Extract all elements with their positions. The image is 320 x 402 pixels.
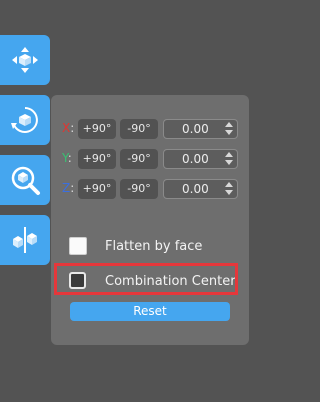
scale-icon	[11, 166, 40, 195]
x-angle-value: 0.00	[182, 122, 209, 136]
move-tool-button[interactable]	[0, 35, 50, 85]
move-icon	[12, 47, 38, 73]
axis-row-z: Z: +90° -90° 0.00	[51, 179, 249, 199]
axis-label-x: X:	[62, 121, 75, 135]
rotate-tool-button[interactable]	[0, 95, 50, 145]
x-minus-90-button[interactable]: -90°	[120, 119, 158, 139]
axis-row-x: X: +90° -90° 0.00	[51, 119, 249, 139]
rotate-icon	[11, 107, 38, 133]
y-angle-spinbox[interactable]: 0.00	[163, 149, 238, 169]
axis-label-z: Z:	[62, 181, 75, 195]
axis-label-y: Y:	[62, 151, 72, 165]
flatten-by-face-checkbox[interactable]	[69, 237, 87, 255]
mirror-icon	[13, 227, 37, 253]
rotate-panel: X: +90° -90° 0.00 Y: +90° -90° 0.00 Z: +…	[51, 95, 249, 345]
highlight-box	[54, 263, 238, 295]
axis-row-y: Y: +90° -90° 0.00	[51, 149, 249, 169]
reset-button[interactable]: Reset	[70, 302, 230, 321]
flatten-by-face-label: Flatten by face	[105, 239, 203, 254]
x-angle-spinbox[interactable]: 0.00	[163, 119, 238, 139]
y-angle-value: 0.00	[182, 152, 209, 166]
x-plus-90-button[interactable]: +90°	[78, 119, 116, 139]
spin-arrows-icon[interactable]	[225, 152, 233, 166]
z-minus-90-button[interactable]: -90°	[120, 179, 158, 199]
spin-arrows-icon[interactable]	[225, 122, 233, 136]
mirror-tool-button[interactable]	[0, 215, 50, 265]
y-minus-90-button[interactable]: -90°	[120, 149, 158, 169]
z-angle-value: 0.00	[182, 182, 209, 196]
scale-tool-button[interactable]	[0, 155, 50, 205]
z-plus-90-button[interactable]: +90°	[78, 179, 116, 199]
z-angle-spinbox[interactable]: 0.00	[163, 179, 238, 199]
y-plus-90-button[interactable]: +90°	[78, 149, 116, 169]
spin-arrows-icon[interactable]	[225, 182, 233, 196]
